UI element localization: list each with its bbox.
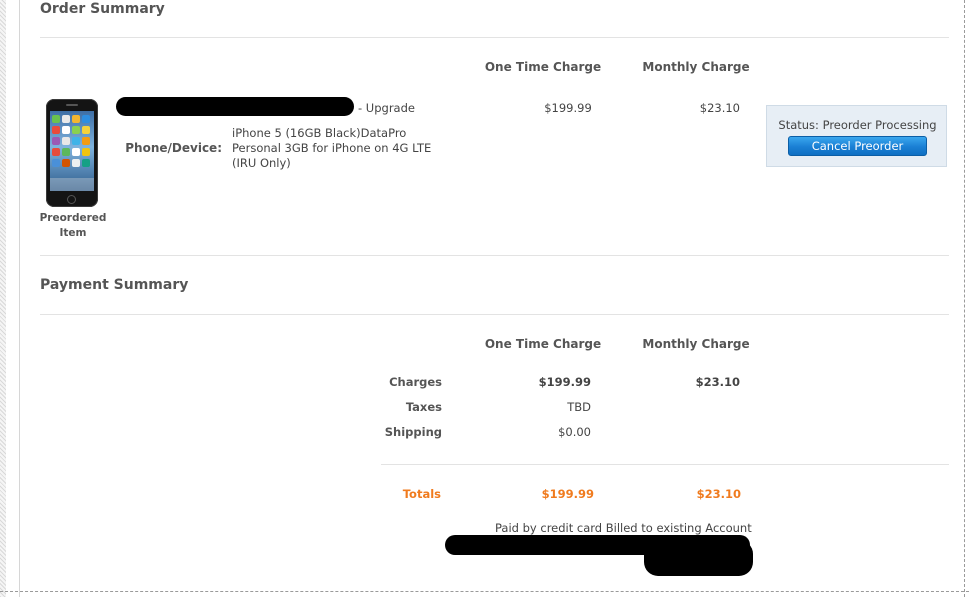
order-col-one-time: One Time Charge <box>484 60 602 74</box>
cancel-preorder-button[interactable]: Cancel Preorder <box>788 136 927 156</box>
phone-device-label: Phone/Device: <box>125 141 222 155</box>
totals-divider <box>381 464 949 465</box>
preorder-status-text: Status: Preorder Processing <box>778 118 937 132</box>
paid-by-text: Paid by credit card Billed to existing A… <box>495 521 752 535</box>
totals-monthly-value: $23.10 <box>696 487 741 501</box>
totals-one-time-value: $199.99 <box>541 487 594 501</box>
iphone-product-image <box>46 99 98 207</box>
order-summary-divider <box>40 37 949 38</box>
charges-label: Charges <box>389 375 442 389</box>
totals-label: Totals <box>402 487 441 501</box>
charges-one-time-value: $199.99 <box>538 375 591 389</box>
order-col-monthly: Monthly Charge <box>642 60 750 74</box>
payment-summary-title: Payment Summary <box>40 277 189 293</box>
taxes-one-time-value: TBD <box>567 400 591 414</box>
preordered-caption-line2: Item <box>59 227 87 239</box>
redacted-account-info-tail <box>644 540 753 576</box>
left-hatched-edge <box>0 0 6 597</box>
preorder-status-box: Status: Preorder Processing Cancel Preor… <box>766 105 947 167</box>
charges-monthly-value: $23.10 <box>695 375 740 389</box>
order-monthly-value: $23.10 <box>699 101 740 115</box>
bottom-dashed-border <box>0 591 969 592</box>
payment-summary-divider <box>40 314 949 315</box>
device-description-line2: Personal 3GB for iPhone on 4G LTE <box>232 141 432 155</box>
upgrade-label: - Upgrade <box>358 101 415 115</box>
taxes-label: Taxes <box>405 400 442 414</box>
order-one-time-value: $199.99 <box>544 101 592 115</box>
redacted-plan-name <box>116 97 354 116</box>
device-description-line1: iPhone 5 (16GB Black)DataPro <box>232 126 407 140</box>
device-description-line3: (IRU Only) <box>232 156 291 170</box>
preordered-caption-line1: Preordered <box>39 212 107 224</box>
order-summary-bottom-divider <box>40 255 949 256</box>
shipping-label: Shipping <box>384 425 442 439</box>
left-border-line <box>19 0 20 597</box>
shipping-one-time-value: $0.00 <box>558 425 591 439</box>
payment-col-monthly: Monthly Charge <box>642 337 750 351</box>
order-summary-title: Order Summary <box>40 1 165 17</box>
right-dashed-border <box>964 0 965 597</box>
payment-col-one-time: One Time Charge <box>484 337 602 351</box>
